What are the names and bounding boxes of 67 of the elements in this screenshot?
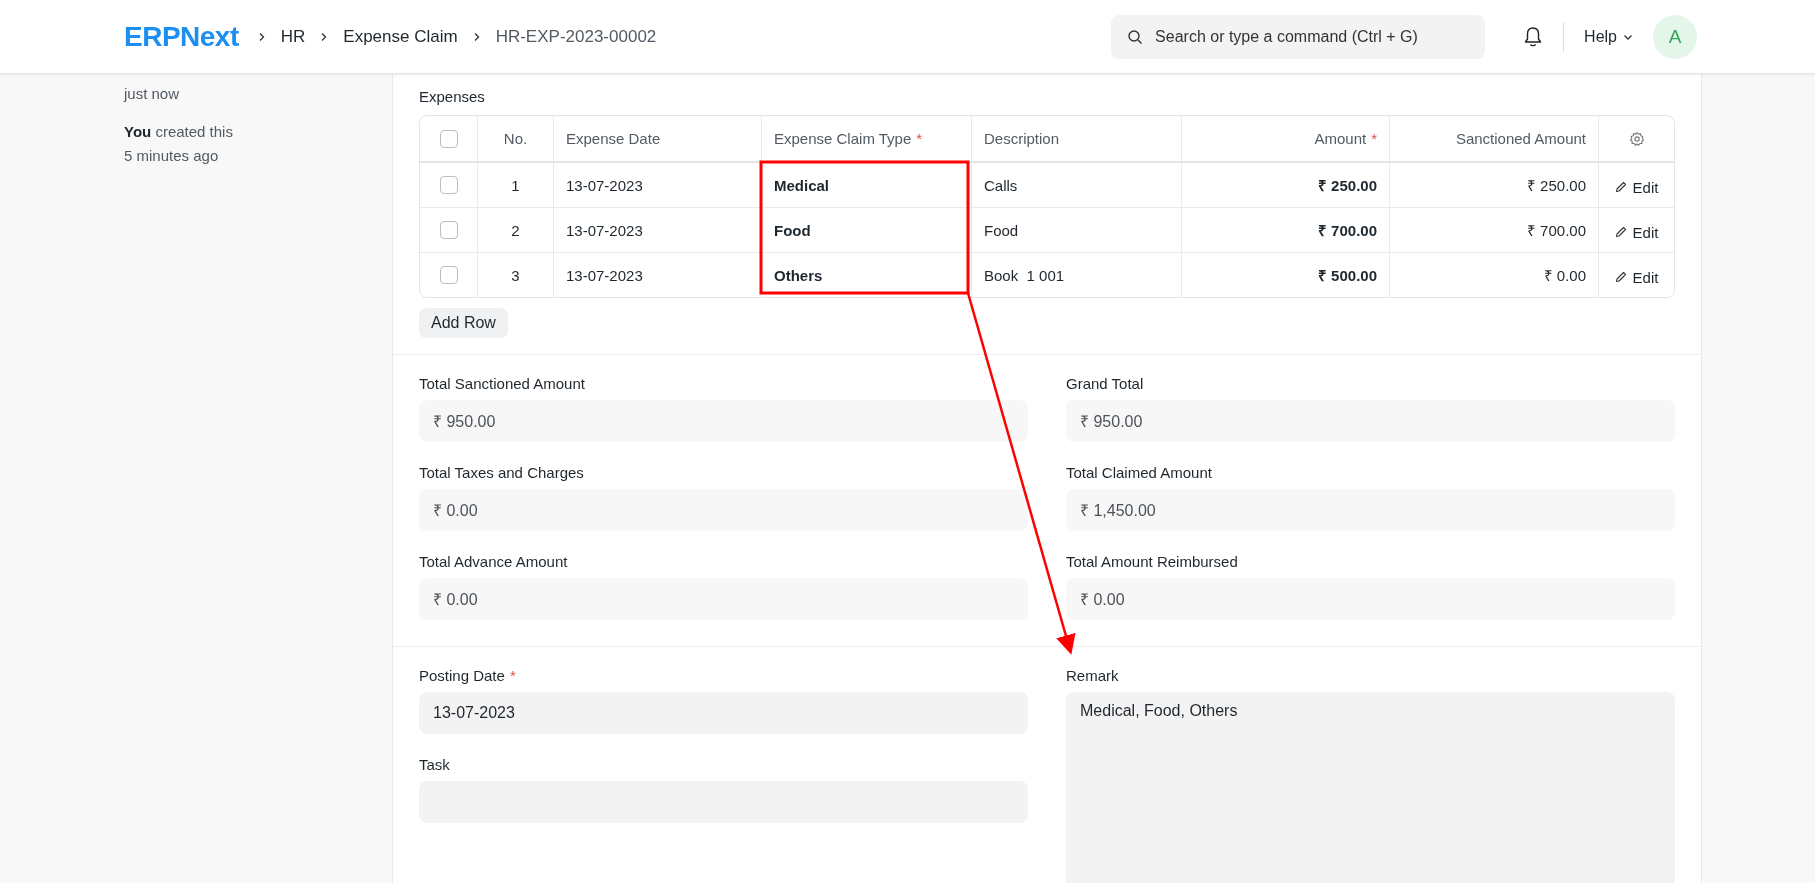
column-header: Description — [984, 130, 1060, 147]
row-checkbox[interactable] — [439, 221, 458, 239]
pencil-icon — [1614, 226, 1627, 238]
notification-bell-icon[interactable] — [1523, 25, 1544, 48]
table-cell: 2 — [478, 208, 554, 252]
field-label: Total Claimed Amount — [1066, 464, 1212, 481]
column-header: Sanctioned Amount — [1455, 130, 1586, 147]
table-cell: Book 1 001 — [972, 253, 1182, 297]
remark-field[interactable]: Medical, Food, Others — [1066, 692, 1675, 883]
field-label: Posting Date — [419, 667, 505, 684]
field-label: Total Amount Reimbursed — [1066, 553, 1238, 570]
checkbox[interactable] — [439, 129, 458, 148]
help-menu-button[interactable]: Help — [1584, 27, 1633, 46]
input-field[interactable]: ₹ 0.00 — [419, 578, 1028, 620]
settings-icon[interactable] — [1628, 130, 1645, 147]
search-field[interactable]: Search or type a command (Ctrl + G) — [1111, 14, 1486, 59]
table-cell: Others — [762, 253, 972, 297]
table-cell: ₹ 700.00 — [1390, 208, 1599, 252]
search-icon — [1127, 28, 1144, 45]
pencil-icon — [1614, 181, 1627, 193]
table-cell: 13-07-2023 — [554, 208, 762, 252]
table-cell: ₹ 250.00 — [1182, 163, 1390, 207]
breadcrumb-link[interactable]: HR-EXP-2023-00002 — [495, 26, 657, 47]
required-mark: * — [1371, 130, 1377, 147]
table-cell: ₹ 0.00 — [1390, 253, 1599, 297]
table-cell: ₹ 700.00 — [1182, 208, 1390, 252]
table-cell: ₹ 500.00 — [1182, 253, 1390, 297]
field-label: Total Taxes and Charges — [419, 464, 584, 481]
table-label: Expenses — [419, 88, 486, 105]
column-header: Expense Claim Type — [774, 130, 912, 147]
column-header: Expense Date — [566, 130, 661, 147]
input-field[interactable]: ₹ 950.00 — [1066, 400, 1675, 442]
add-row-button[interactable]: Add Row — [419, 308, 508, 338]
required-mark: * — [916, 130, 923, 147]
input-field[interactable]: ₹ 0.00 — [419, 489, 1028, 531]
table-cell: ₹ 250.00 — [1390, 163, 1599, 207]
edit-button[interactable]: Edit — [1614, 174, 1659, 196]
breadcrumb-link[interactable]: HR — [280, 26, 306, 47]
edit-button[interactable]: Edit — [1614, 264, 1659, 286]
table-cell: Food — [972, 208, 1182, 252]
pencil-icon — [1614, 271, 1627, 283]
edit-button[interactable]: Edit — [1614, 219, 1659, 241]
field-label: Task — [419, 756, 450, 773]
field-label: Total Advance Amount — [419, 553, 568, 570]
activity-text: You created this — [124, 122, 234, 142]
column-header: Amount — [1314, 130, 1367, 147]
field-label: Grand Total — [1066, 375, 1144, 392]
row-checkbox[interactable] — [439, 266, 458, 284]
table-cell: 1 — [478, 163, 554, 207]
field-label: Remark — [1066, 667, 1119, 684]
row-checkbox[interactable] — [439, 176, 458, 194]
table-cell: 13-07-2023 — [554, 163, 762, 207]
activity-time: just now — [124, 84, 181, 104]
activity-time: 5 minutes ago — [124, 146, 220, 166]
input-field[interactable]: ₹ 0.00 — [1066, 578, 1675, 620]
input-field[interactable]: ₹ 950.00 — [419, 400, 1028, 442]
required-mark: * — [509, 667, 516, 684]
column-header: No. — [503, 130, 528, 147]
table-cell: 3 — [478, 253, 554, 297]
field-label: Total Sanctioned Amount — [419, 375, 585, 392]
breadcrumb-link[interactable]: Expense Claim — [343, 26, 458, 47]
table-cell: Medical — [762, 163, 972, 207]
table-cell: Calls — [972, 163, 1182, 207]
input-field[interactable]: ₹ 1,450.00 — [1066, 489, 1675, 531]
input-field[interactable]: 13-07-2023 — [419, 692, 1028, 734]
table-cell: Food — [762, 208, 972, 252]
table-cell: 13-07-2023 — [554, 253, 762, 297]
